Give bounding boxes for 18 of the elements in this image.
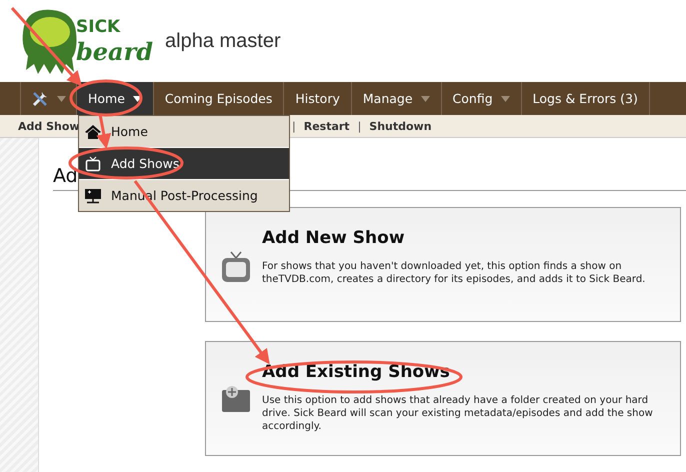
- tools-icon: [31, 90, 49, 108]
- monitor-icon: [85, 188, 101, 204]
- subnav-link[interactable]: Restart: [304, 120, 350, 132]
- separator: |: [358, 120, 362, 132]
- house-icon: [85, 124, 101, 138]
- tv-icon: [85, 156, 101, 172]
- annotation-arrow: [96, 114, 112, 149]
- subnav-link[interactable]: Shutdown: [369, 120, 432, 132]
- option-card[interactable]: Add New Show For shows that you haven't downloaded yet, this option finds a show on theTVDB.com, creates a directory for its episodes, and adds it to Sick Beard.: [205, 207, 681, 322]
- tv-icon: [220, 250, 252, 284]
- folder-icon: [220, 384, 252, 414]
- option-description: Use this option to add shows that already have a folder created on your hard drive. Sick Beard will scan your existing metadata/episodes and add the show accordingly.: [262, 394, 654, 433]
- option-title[interactable]: Add New Show: [262, 228, 670, 248]
- logo-text: beard: [76, 36, 154, 66]
- logo-text: SICK: [76, 16, 122, 36]
- separator: |: [292, 120, 296, 132]
- option-description: For shows that you haven't downloaded yet, this option finds a show on theTVDB.com, creates a directory for its episodes, and adds it to Sick Beard.: [262, 260, 646, 286]
- site-subtitle: alpha master: [165, 30, 281, 52]
